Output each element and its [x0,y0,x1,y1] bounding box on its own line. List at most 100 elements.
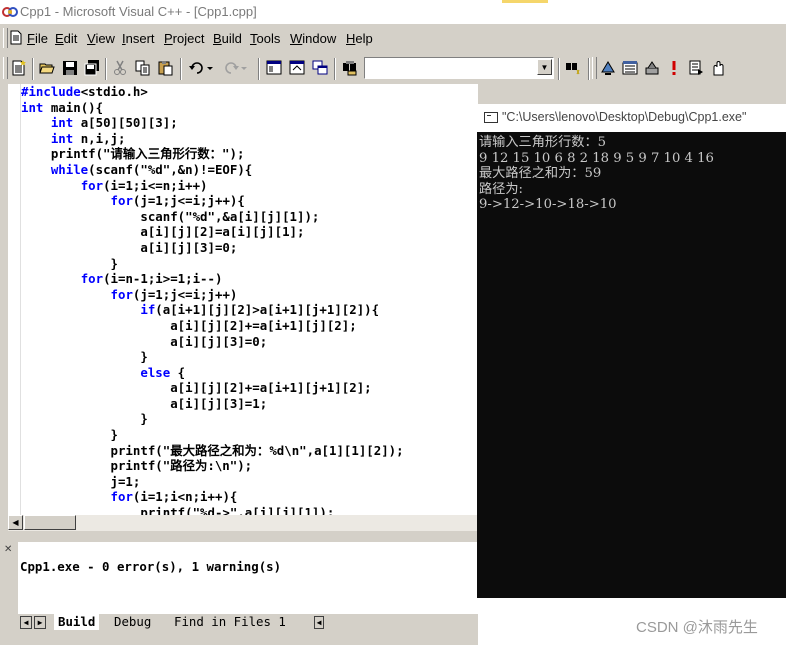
console-line: 路径为: [479,181,524,197]
menu-view[interactable]: View [87,31,115,46]
copy-icon[interactable] [133,58,153,78]
build-icon[interactable] [642,58,662,78]
toolbar-grip[interactable] [3,57,8,79]
code-line[interactable]: a[i][j][3]=1; [21,396,404,412]
code-line[interactable]: for(j=1;j<=i;j++){ [21,193,404,209]
paste-icon[interactable] [156,58,176,78]
output-text-area[interactable]: Cpp1.exe - 0 error(s), 1 warning(s) [18,542,478,614]
find-icon[interactable] [563,58,583,78]
menu-insert[interactable]: Insert [122,31,155,46]
toolbar-separator [105,58,107,80]
code-line[interactable]: } [21,411,404,427]
menu-edit[interactable]: Edit [55,31,77,46]
toolbar-separator [588,58,590,80]
menu-file[interactable]: File [27,31,48,46]
console-line: 请输入三角形行数：5 [479,135,607,150]
code-line[interactable]: for(i=1;i<n;i++){ [21,489,404,505]
toolbar-separator [32,58,34,80]
workspace-icon[interactable] [264,58,284,78]
toolbar-separator [334,58,336,80]
editor-horizontal-scrollbar[interactable]: ◀ [8,515,478,531]
redo-icon[interactable] [220,58,250,78]
class-wizard-icon[interactable] [598,58,618,78]
code-line[interactable]: a[i][j][2]=a[i][j][1]; [21,224,404,240]
tab-build[interactable]: Build [54,614,100,630]
window-list-icon[interactable] [310,58,330,78]
editor-gutter[interactable] [8,84,21,516]
console-line: 9 12 15 10 6 8 2 18 9 5 9 7 10 4 16 [479,150,714,166]
go-icon[interactable] [708,58,728,78]
console-output: 请输入三角形行数：5 9 12 15 10 6 8 2 18 9 5 9 7 10… [479,135,714,213]
undo-icon[interactable] [186,58,216,78]
code-line[interactable]: a[i][j][3]=0; [21,334,404,350]
compile-icon[interactable] [620,58,640,78]
output-window-icon[interactable] [287,58,307,78]
scroll-left-icon[interactable]: ◀ [8,515,23,530]
code-line[interactable]: scanf("%d",&a[i][j][1]); [21,209,404,225]
console-line: 9->12->10->18->10 [479,197,617,213]
code-line[interactable]: for(i=n-1;i>=1;i--) [21,271,404,287]
find-in-files-icon[interactable] [340,58,360,78]
code-line[interactable]: a[i][j][2]+=a[i+1][j][2]; [21,318,404,334]
toolbar-separator [180,58,182,80]
code-line[interactable]: if(a[i+1][j][2]>a[i+1][j+1][2]){ [21,302,404,318]
code-line[interactable]: for(j=1;j<=i;j++) [21,287,404,303]
code-line[interactable]: } [21,256,404,272]
tab-scroll-right-icon[interactable]: ▶ [34,616,46,629]
new-text-file-icon[interactable] [9,58,29,78]
menu-project[interactable]: Project [164,31,204,46]
code-text[interactable]: #include<stdio.h> int main(){ int a[50][5… [21,84,404,521]
window-title: Cpp1 - Microsoft Visual C++ - [Cpp1.cpp] [20,4,257,19]
cut-icon[interactable] [110,58,130,78]
code-editor[interactable]: #include<stdio.h> int main(){ int a[50][5… [8,84,478,520]
menu-build[interactable]: Build [213,31,242,46]
close-icon[interactable]: ✕ [4,544,12,555]
save-icon[interactable] [60,58,80,78]
save-all-icon[interactable] [82,58,102,78]
code-line[interactable]: while(scanf("%d",&n)!=EOF){ [21,162,404,178]
toolbar-separator [558,58,560,80]
title-bar: Cpp1 - Microsoft Visual C++ - [Cpp1.cpp] [0,0,786,24]
code-line[interactable]: } [21,427,404,443]
menu-bar: File Edit View Insert Project Build Tools Windo… [0,26,786,52]
code-line[interactable]: for(i=1;i<=n;i++) [21,178,404,194]
code-line[interactable]: int main(){ [21,100,404,116]
console-window[interactable]: "C:\Users\lenovo\Desktop\Debug\Cpp1.exe"… [477,104,786,598]
menu-help[interactable]: Help [346,31,373,46]
chevron-down-icon[interactable]: ▼ [537,59,552,75]
console-line: 最大路径之和为：59 [479,166,602,182]
code-line[interactable]: a[i][j][3]=0; [21,240,404,256]
menu-window[interactable]: Window [290,31,336,46]
code-line[interactable]: else { [21,365,404,381]
code-line[interactable]: int a[50][50][3]; [21,115,404,131]
scroll-thumb[interactable] [24,515,76,530]
tab-scroll-left-icon[interactable]: ◀ [20,616,32,629]
code-line[interactable]: } [21,349,404,365]
code-line[interactable]: a[i][j][2]+=a[i+1][j+1][2]; [21,380,404,396]
open-icon[interactable] [37,58,57,78]
console-title: "C:\Users\lenovo\Desktop\Debug\Cpp1.exe" [502,110,747,124]
tab-find-in-files-1[interactable]: Find in Files 1 [170,614,290,630]
tab-debug[interactable]: Debug [110,614,155,630]
code-line[interactable]: j=1; [21,474,404,490]
code-line[interactable]: #include<stdio.h> [21,84,404,100]
tab-bar-scroll-left-icon[interactable]: ◀ [314,616,324,629]
stop-build-icon[interactable] [664,58,684,78]
watermark: CSDN @沐雨先生 [636,619,758,636]
code-line[interactable]: printf("最大路径之和为：%d\n",a[1][1][2]); [21,443,404,459]
code-line[interactable]: printf("路径为:\n"); [21,458,404,474]
title-accent [502,0,548,3]
app-icon [2,7,18,17]
find-combo[interactable]: ▼ [364,57,554,79]
code-line[interactable]: printf("请输入三角形行数："); [21,146,404,162]
menu-tools[interactable]: Tools [250,31,280,46]
code-line[interactable]: int n,i,j; [21,131,404,147]
document-icon[interactable] [10,30,22,45]
console-icon [484,112,498,123]
menubar-grip[interactable] [3,28,8,48]
execute-icon[interactable] [686,58,706,78]
toolbar-separator [258,58,260,80]
output-tabs: ◀ ▶ Build Debug Find in Files 1 ◀ [18,614,478,632]
toolbar-grip[interactable] [592,57,597,79]
console-title-bar[interactable]: "C:\Users\lenovo\Desktop\Debug\Cpp1.exe" [477,104,786,132]
